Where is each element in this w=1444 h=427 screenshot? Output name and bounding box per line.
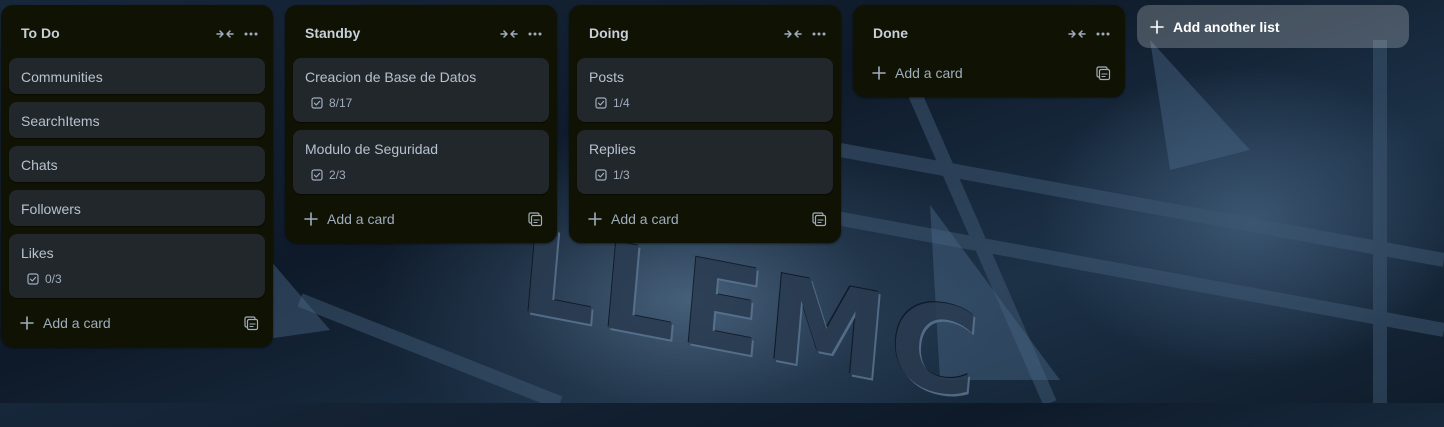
card-title: Chats xyxy=(21,157,58,173)
checklist-badge: 0/3 xyxy=(27,271,62,287)
card[interactable]: Posts 1/4 xyxy=(577,58,833,122)
list-header: To Do xyxy=(1,5,273,55)
checklist-badge: 1/4 xyxy=(595,95,630,111)
plus-icon xyxy=(303,211,319,227)
card[interactable]: Modulo de Seguridad 2/3 xyxy=(293,130,549,194)
checklist-badge: 1/3 xyxy=(595,167,630,183)
card-title: Likes xyxy=(21,245,54,261)
collapse-arrows-icon[interactable] xyxy=(215,24,235,44)
list-title[interactable]: Doing xyxy=(589,25,629,41)
checkbox-icon xyxy=(311,169,323,181)
add-card-label: Add a card xyxy=(895,65,963,81)
list-header: Standby xyxy=(285,5,557,55)
card-title: Modulo de Seguridad xyxy=(305,141,439,157)
add-card-label: Add a card xyxy=(327,211,395,227)
card-title: SearchItems xyxy=(21,113,100,129)
card[interactable]: Chats xyxy=(9,146,265,182)
list-header: Doing xyxy=(569,5,841,55)
collapse-arrows-icon[interactable] xyxy=(499,24,519,44)
checkbox-icon xyxy=(27,273,39,285)
add-card-label: Add a card xyxy=(43,315,111,331)
card-template-icon[interactable] xyxy=(527,211,543,227)
card-title: Creacion de Base de Datos xyxy=(305,69,477,85)
card-title: Communities xyxy=(21,69,103,85)
add-card-button[interactable]: Add a card xyxy=(9,309,265,337)
more-horizontal-icon[interactable] xyxy=(809,24,829,44)
list-standby: Standby Creacion de Base de Datos 8/17 Modu… xyxy=(285,5,557,243)
checkbox-icon xyxy=(595,169,607,181)
card[interactable]: Replies 1/3 xyxy=(577,130,833,194)
list-header: Done xyxy=(853,5,1125,55)
plus-icon xyxy=(871,65,887,81)
list-to-do: To Do Communities SearchItems Chats Follower… xyxy=(1,5,273,347)
plus-icon xyxy=(1149,19,1165,35)
card-template-icon[interactable] xyxy=(1095,65,1111,81)
more-horizontal-icon[interactable] xyxy=(241,24,261,44)
collapse-arrows-icon[interactable] xyxy=(783,24,803,44)
list-doing: Doing Posts 1/4 Replies 1/3 Add a card xyxy=(569,5,841,243)
card[interactable]: Communities xyxy=(9,58,265,94)
collapse-arrows-icon[interactable] xyxy=(1067,24,1087,44)
checklist-count: 0/3 xyxy=(45,272,62,286)
list-title[interactable]: Standby xyxy=(305,25,360,41)
add-another-list-button[interactable]: Add another list xyxy=(1137,5,1409,48)
card-template-icon[interactable] xyxy=(243,315,259,331)
list-title[interactable]: Done xyxy=(873,25,908,41)
add-card-button[interactable]: Add a card xyxy=(577,205,833,233)
card-title: Posts xyxy=(589,69,625,85)
card[interactable]: Likes 0/3 xyxy=(9,234,265,298)
plus-icon xyxy=(587,211,603,227)
card[interactable]: Creacion de Base de Datos 8/17 xyxy=(293,58,549,122)
add-card-button[interactable]: Add a card xyxy=(861,59,1117,87)
checklist-count: 1/4 xyxy=(613,96,630,110)
add-card-button[interactable]: Add a card xyxy=(293,205,549,233)
card[interactable]: Followers xyxy=(9,190,265,226)
checkbox-icon xyxy=(311,97,323,109)
list-done: Done Add a card xyxy=(853,5,1125,97)
more-horizontal-icon[interactable] xyxy=(525,24,545,44)
checklist-count: 2/3 xyxy=(329,168,346,182)
checklist-count: 8/17 xyxy=(329,96,353,110)
card-title: Replies xyxy=(589,141,636,157)
plus-icon xyxy=(19,315,35,331)
add-card-label: Add a card xyxy=(611,211,679,227)
card-title: Followers xyxy=(21,201,81,217)
more-horizontal-icon[interactable] xyxy=(1093,24,1113,44)
checklist-count: 1/3 xyxy=(613,168,630,182)
add-another-list-label: Add another list xyxy=(1173,18,1280,35)
card[interactable]: SearchItems xyxy=(9,102,265,138)
checkbox-icon xyxy=(595,97,607,109)
card-template-icon[interactable] xyxy=(811,211,827,227)
list-title[interactable]: To Do xyxy=(21,25,60,41)
checklist-badge: 8/17 xyxy=(311,95,352,111)
checklist-badge: 2/3 xyxy=(311,167,346,183)
